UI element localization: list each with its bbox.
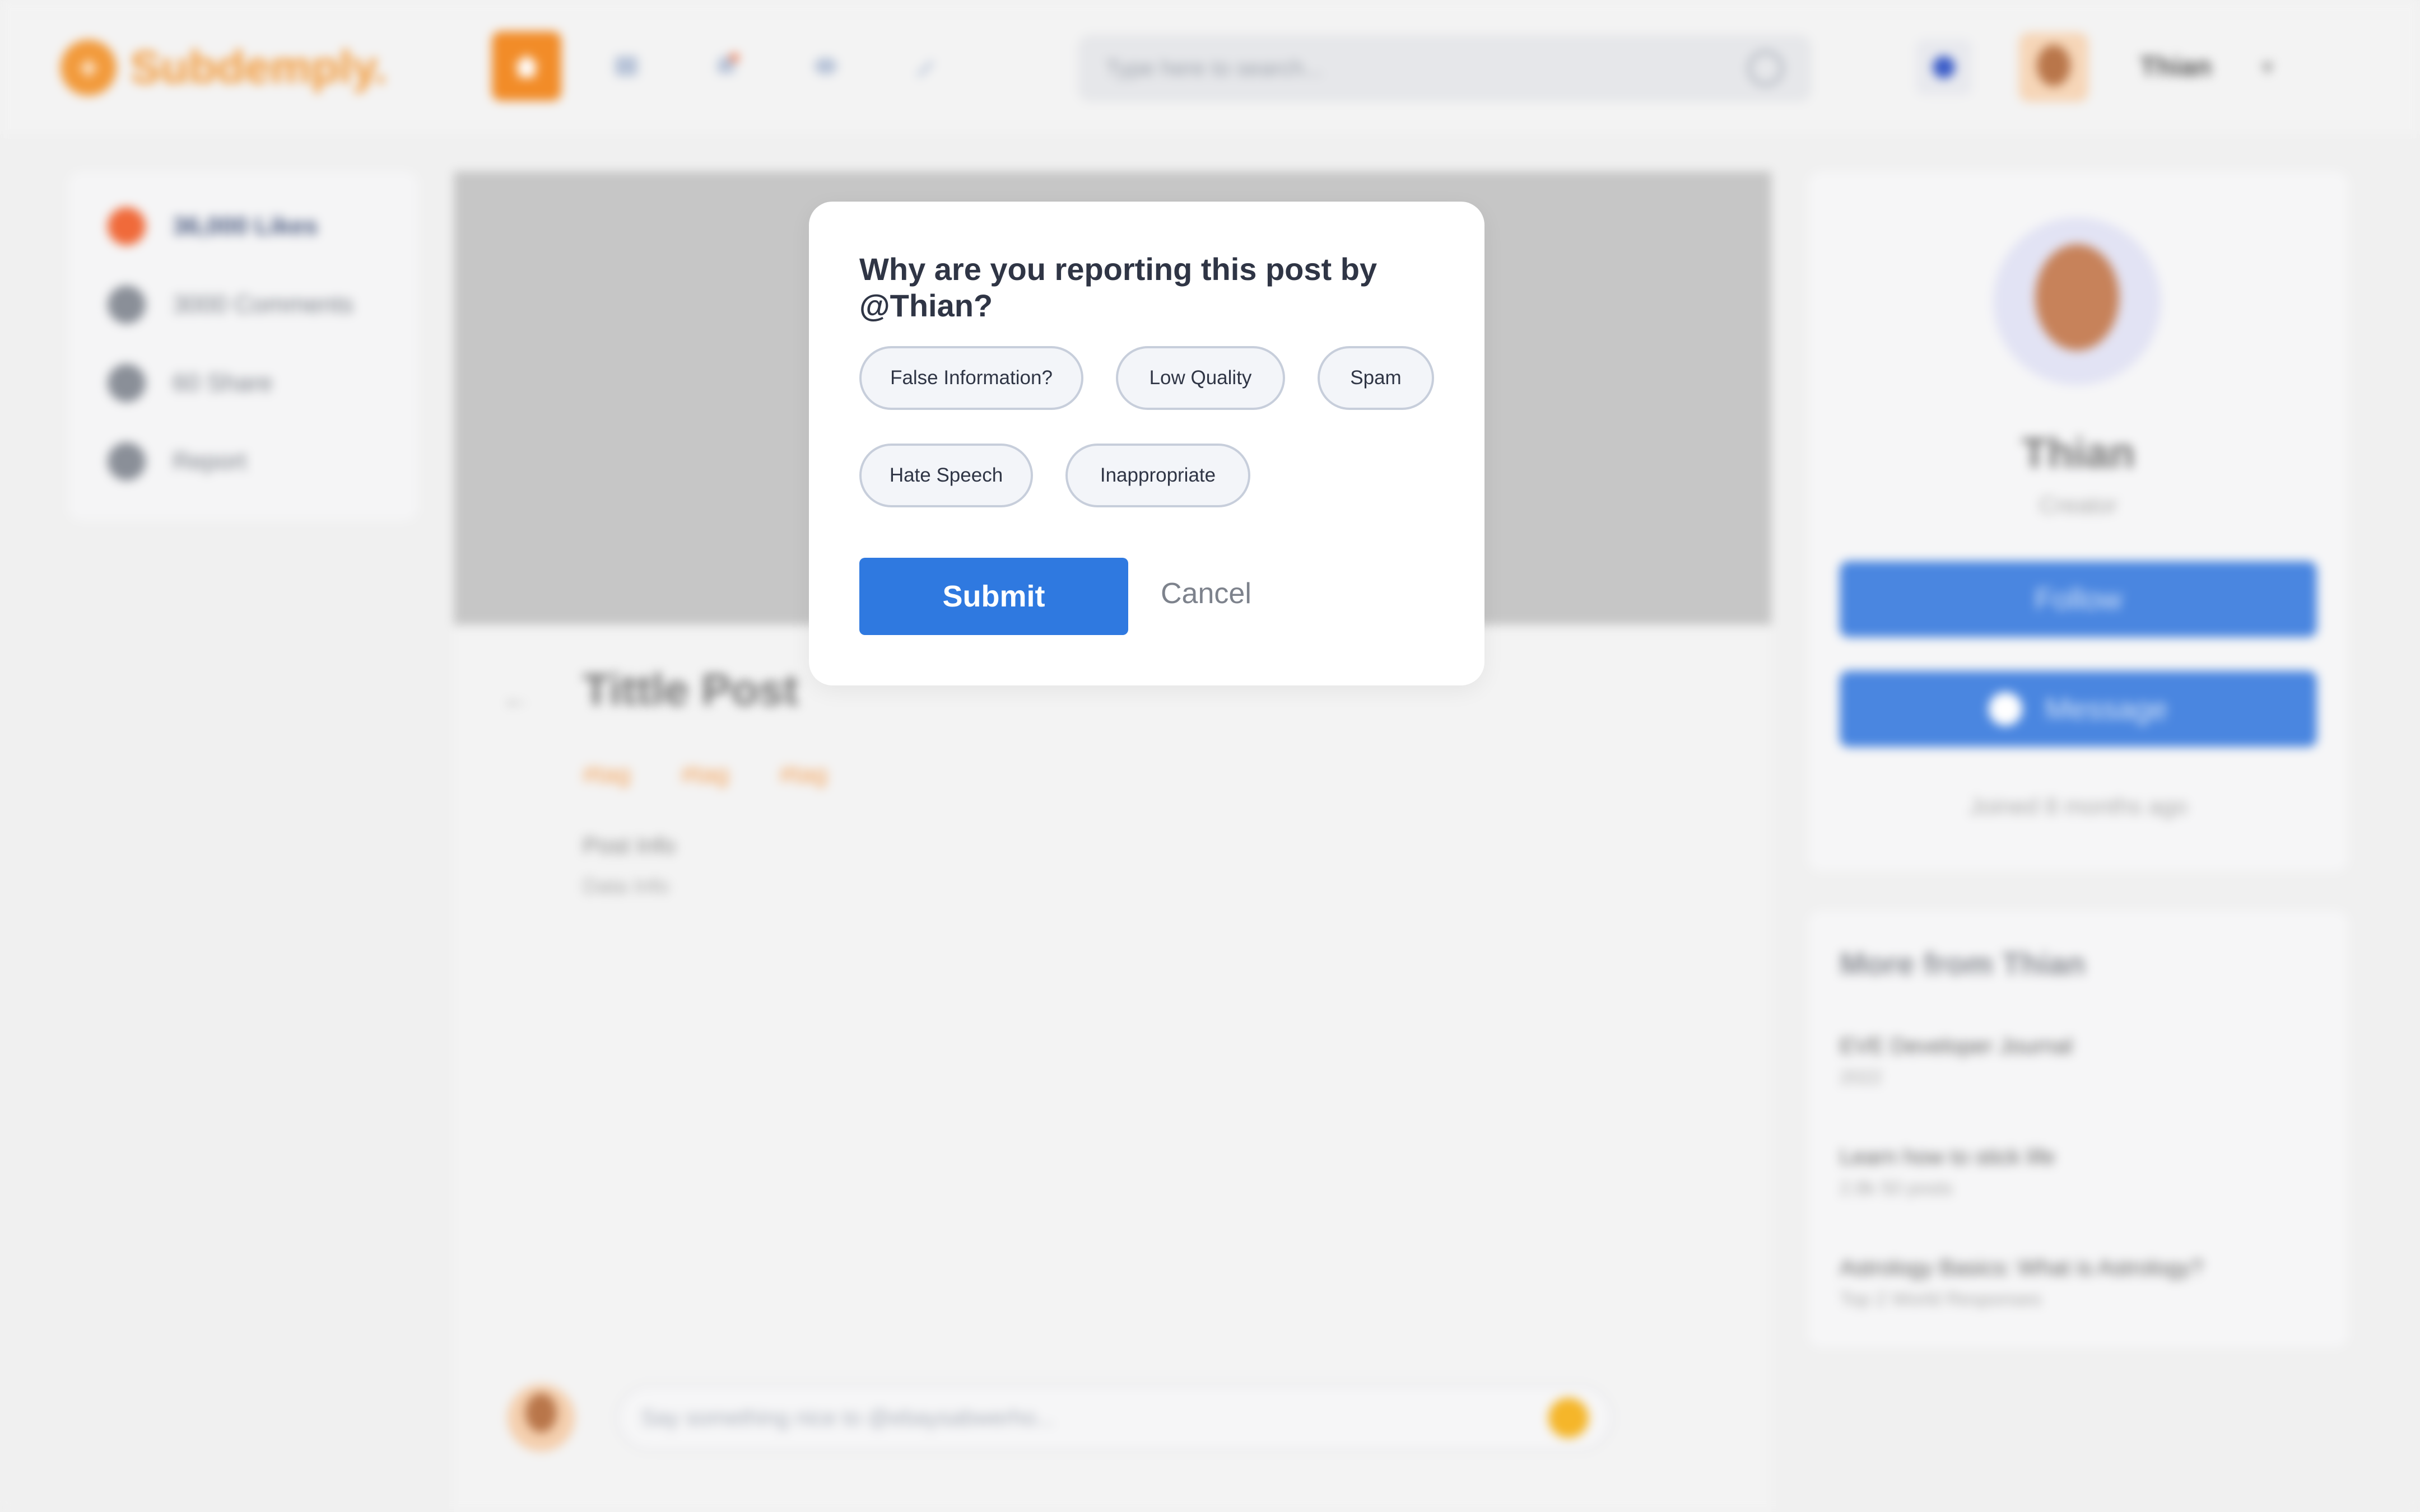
reason-chip-low-quality[interactable]: Low Quality xyxy=(1116,346,1285,410)
list-item-title: Learn how to stick life xyxy=(1840,1145,2055,1169)
share-icon xyxy=(108,364,146,402)
comment-avatar xyxy=(508,1384,575,1452)
comment-placeholder: Say something nice to @ebaysabwerho... xyxy=(641,1405,1055,1430)
submit-button[interactable]: Submit xyxy=(859,558,1128,635)
search-placeholder: Type here to search... xyxy=(1106,55,1323,81)
list-item-title: Astrology Basics: What is Astrology? xyxy=(1840,1256,2204,1280)
gallery-icon[interactable] xyxy=(592,31,661,101)
post-sub-info: Data Info xyxy=(583,875,669,898)
post-title: Tittle Post xyxy=(583,665,799,715)
list-item-sub: 2022 xyxy=(1840,1067,1882,1088)
follow-button[interactable]: Follow xyxy=(1840,561,2317,637)
avatar[interactable] xyxy=(2019,32,2088,102)
notification-icon[interactable] xyxy=(691,31,761,101)
message-label: Message xyxy=(2045,692,2168,726)
list-item-title: EVE Developer Journal xyxy=(1840,1034,2073,1058)
language-flag-icon[interactable] xyxy=(1916,39,1972,95)
top-navbar: + Subdemply. Type here to search... Thia… xyxy=(0,0,2420,134)
tag[interactable]: #tag xyxy=(779,760,827,788)
comment-icon xyxy=(108,286,146,324)
more-title: More from Thian xyxy=(1840,946,2086,981)
tag[interactable]: #tag xyxy=(681,760,729,788)
message-button[interactable]: Message xyxy=(1840,671,2317,747)
cancel-button[interactable]: Cancel xyxy=(1161,577,1251,610)
joined-date: Joined 8 months ago xyxy=(1969,793,2188,819)
follow-label: Follow xyxy=(2034,582,2123,616)
logo[interactable]: + Subdemply. xyxy=(61,37,387,99)
sidebar-item-label: 36,000 Likes xyxy=(173,212,318,240)
main-nav xyxy=(492,31,960,101)
post-actions-sidebar: 36,000 Likes 3000 Comments 60 Share Repo… xyxy=(68,171,418,521)
search-icon[interactable] xyxy=(1748,50,1784,86)
list-item-sub: 2.8k 50 posts xyxy=(1840,1178,1953,1199)
post-info: Post Info xyxy=(583,832,676,858)
report-icon xyxy=(108,442,146,480)
reason-chip-hate-speech[interactable]: Hate Speech xyxy=(859,444,1033,507)
tag[interactable]: #tag xyxy=(583,760,631,788)
post-tags: #tag #tag #tag xyxy=(583,760,827,788)
emoji-icon[interactable] xyxy=(1548,1398,1589,1438)
chat-icon[interactable] xyxy=(791,31,860,101)
sidebar-item-label: Report xyxy=(173,447,247,475)
sidebar-item-label: 3000 Comments xyxy=(173,291,353,318)
profile-card: Thian Creator Follow Message Joined 8 mo… xyxy=(1808,171,2348,871)
report-modal: Why are you reporting this post by @Thia… xyxy=(809,202,1484,685)
tools-icon[interactable] xyxy=(891,31,960,101)
more-from-card: More from Thian EVE Developer Journal 20… xyxy=(1808,911,2348,1347)
logo-text: Subdemply. xyxy=(130,42,387,93)
logo-icon: + xyxy=(61,40,117,96)
chevron-down-icon[interactable]: ▼ xyxy=(2258,56,2278,80)
list-item[interactable]: Learn how to stick life 2.8k 50 posts xyxy=(1840,1145,2317,1200)
message-icon xyxy=(1989,692,2023,726)
profile-role: Creator xyxy=(2039,492,2118,518)
search-input[interactable]: Type here to search... xyxy=(1078,35,1812,102)
sidebar-item-share[interactable]: 60 Share xyxy=(108,364,273,402)
profile-avatar xyxy=(1993,217,2161,385)
heart-icon xyxy=(108,207,146,245)
reason-chip-inappropriate[interactable]: Inappropriate xyxy=(1065,444,1250,507)
sidebar-item-report[interactable]: Report xyxy=(108,442,246,480)
reason-chip-false-information[interactable]: False Information? xyxy=(859,346,1083,410)
back-arrow-icon[interactable]: ← xyxy=(502,682,530,715)
comment-input[interactable]: Say something nice to @ebaysabwerho... xyxy=(616,1384,1613,1452)
list-item[interactable]: EVE Developer Journal 2022 xyxy=(1840,1034,2317,1089)
sidebar-item-label: 60 Share xyxy=(173,369,273,396)
sidebar-item-likes[interactable]: 36,000 Likes xyxy=(108,207,318,245)
list-item[interactable]: Astrology Basics: What is Astrology? Top… xyxy=(1840,1256,2317,1310)
sidebar-item-comments[interactable]: 3000 Comments xyxy=(108,286,353,324)
username[interactable]: Thian xyxy=(2140,52,2212,82)
modal-title: Why are you reporting this post by @Thia… xyxy=(859,251,1377,323)
list-item-sub: Top 2 World Responses xyxy=(1840,1289,2042,1310)
reason-chip-spam[interactable]: Spam xyxy=(1318,346,1434,410)
profile-name: Thian xyxy=(2021,430,2135,477)
home-icon[interactable] xyxy=(492,31,561,101)
